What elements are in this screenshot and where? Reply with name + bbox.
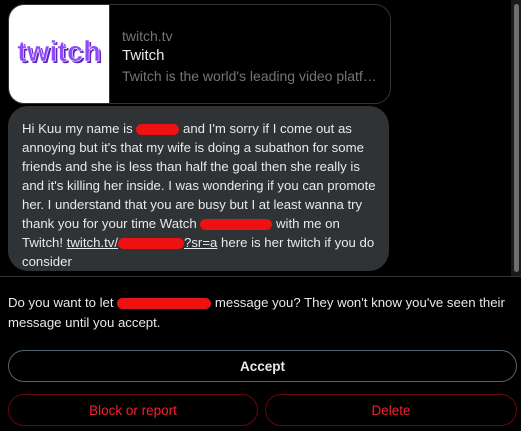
accept-label: Accept <box>239 358 285 374</box>
message-bubble: Hi Kuu my name is and I'm sorry if I com… <box>8 106 389 271</box>
prompt-start: Do you want to let <box>8 295 118 310</box>
redacted-channel <box>200 219 273 231</box>
delete-label: Delete <box>371 402 411 418</box>
message-request-prompt: Do you want to let message you? They won… <box>8 293 518 333</box>
divider <box>0 276 521 277</box>
link-preview-card[interactable]: twitch twitch twitch.tv Twitch Twitch is… <box>8 4 391 104</box>
scrollbar-thumb[interactable] <box>514 4 519 272</box>
link-suffix: ?sr=a <box>184 235 218 250</box>
block-label: Block or report <box>89 402 177 418</box>
link-preview-body: twitch.tv Twitch Twitch is the world's l… <box>110 5 390 103</box>
link-domain: twitch.tv <box>122 28 173 44</box>
logo-text: twitch <box>17 36 101 68</box>
link-prefix: twitch.tv/ <box>66 235 118 250</box>
redacted-sender-name <box>117 298 212 310</box>
message-part-1: Hi Kuu my name is <box>22 121 137 136</box>
twitch-logo-icon: twitch twitch <box>17 36 103 70</box>
message-link[interactable]: twitch.tv/ ?sr=a <box>67 235 218 250</box>
delete-button[interactable]: Delete <box>265 394 517 426</box>
redacted-name <box>136 124 180 136</box>
redacted-link-path <box>118 238 184 250</box>
link-title: Twitch <box>122 47 165 64</box>
twitch-logo-thumbnail: twitch twitch <box>9 5 110 103</box>
block-or-report-button[interactable]: Block or report <box>8 394 258 426</box>
link-description: Twitch is the world's leading video plat… <box>122 68 378 84</box>
message-text: Hi Kuu my name is and I'm sorry if I com… <box>22 119 377 271</box>
accept-button[interactable]: Accept <box>8 350 517 382</box>
message-part-2: and I'm sorry if I come out as annoying … <box>22 121 376 231</box>
